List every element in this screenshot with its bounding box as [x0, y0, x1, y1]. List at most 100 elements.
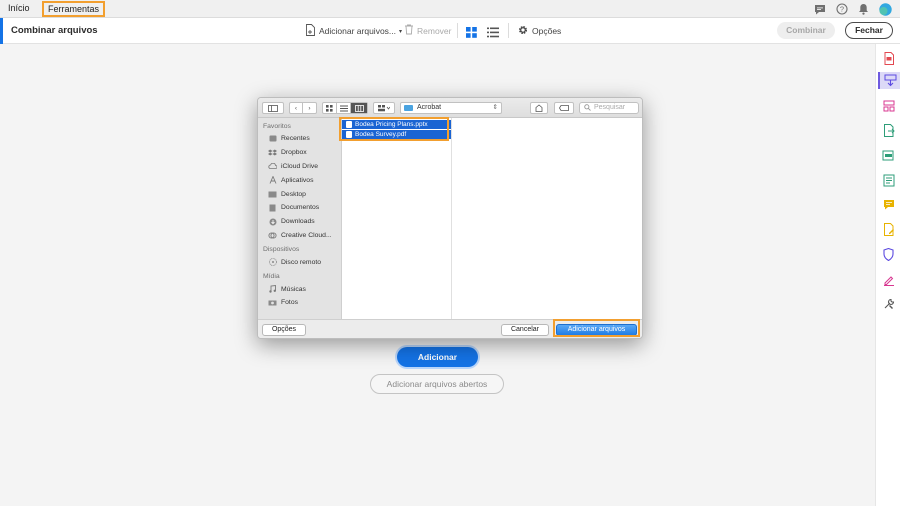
search-icon — [584, 104, 591, 115]
sidebar-item-disco-remoto[interactable]: Disco remoto — [258, 255, 341, 269]
avatar[interactable] — [879, 2, 892, 16]
selection-highlight — [339, 117, 449, 141]
menu-bar: Início Ferramentas ? — [0, 0, 900, 18]
top-icons: ? — [814, 2, 892, 16]
sidebar-item-fotos[interactable]: Fotos — [258, 296, 341, 310]
tab-inicio[interactable]: Início — [4, 1, 34, 17]
grid-view-icon[interactable] — [466, 25, 477, 43]
add-file-icon — [305, 24, 316, 38]
add-button[interactable]: Adicionar — [397, 347, 478, 367]
tool-accent-bar — [0, 18, 3, 44]
search-input[interactable]: Pesquisar — [579, 102, 639, 114]
sidebar-item-desktop[interactable]: Desktop — [258, 187, 341, 201]
cancel-button[interactable]: Cancelar — [501, 324, 549, 336]
trash-icon — [404, 24, 414, 37]
edit-pdf-icon[interactable] — [880, 147, 897, 164]
tool-header: Combinar arquivos Adicionar arquivos... … — [0, 18, 900, 44]
tags-button[interactable] — [554, 102, 574, 114]
sidebar-item-creative-cloud[interactable]: Creative Cloud... — [258, 229, 341, 243]
group-by-button[interactable] — [373, 102, 395, 114]
back-forward-buttons: ‹ › — [289, 102, 317, 114]
list-view-icon[interactable] — [487, 25, 499, 43]
scan-ocr-icon[interactable] — [880, 172, 897, 189]
preview-column — [452, 118, 642, 319]
share-button[interactable] — [530, 102, 548, 114]
forward-icon[interactable]: › — [303, 103, 316, 113]
remove-button[interactable]: Remover — [404, 24, 451, 37]
media-heading: Mídia — [263, 273, 280, 281]
file-picker-dialog: ‹ › Acrobat ⇕ Pesquisar Favoritos Recent… — [257, 97, 643, 339]
fill-sign-icon[interactable] — [880, 221, 897, 238]
sidebar-item-aplicativos[interactable]: Aplicativos — [258, 173, 341, 187]
sidebar-toggle-icon — [263, 103, 283, 113]
dialog-toolbar: ‹ › Acrobat ⇕ Pesquisar — [258, 98, 642, 118]
tab-ferramentas[interactable]: Ferramentas — [42, 1, 106, 17]
creative-cloud-icon — [268, 231, 277, 239]
location-label: Acrobat — [417, 104, 442, 111]
comment-icon[interactable] — [880, 196, 897, 213]
combine-files-icon[interactable] — [878, 72, 900, 89]
sidebar-item-label: Dropbox — [281, 149, 307, 157]
organize-pages-icon[interactable] — [880, 97, 897, 114]
dialog-sidebar: Favoritos Recentes Dropbox iCloud Drive … — [258, 118, 342, 319]
divider — [508, 23, 509, 38]
applications-icon — [268, 176, 277, 184]
close-button[interactable]: Fechar — [845, 22, 893, 39]
sidebar-item-label: Recentes — [281, 135, 310, 143]
sidebar-item-recentes[interactable]: Recentes — [258, 132, 341, 146]
sidebar-item-icloud[interactable]: iCloud Drive — [258, 160, 341, 174]
sidebar-item-label: Downloads — [281, 218, 315, 226]
chat-icon[interactable] — [814, 4, 826, 15]
tag-icon — [555, 103, 573, 113]
chevron-updown-icon: ⇕ — [492, 104, 498, 111]
list-view-icon[interactable] — [337, 103, 351, 113]
favorites-heading: Favoritos — [263, 123, 291, 130]
cloud-icon — [268, 162, 277, 170]
desktop-icon — [268, 190, 277, 198]
clock-icon — [268, 135, 277, 143]
add-files-button[interactable]: Adicionar arquivos... ▾ — [305, 24, 402, 38]
add-files-label: Adicionar arquivos... — [319, 26, 397, 36]
bell-icon[interactable] — [858, 3, 869, 15]
chevron-down-icon: ▾ — [399, 28, 403, 35]
sidebar-item-label: Creative Cloud... — [281, 231, 332, 239]
remove-label: Remover — [417, 25, 452, 36]
sign-icon[interactable] — [880, 271, 897, 288]
folder-icon — [404, 105, 413, 111]
page-title: Combinar arquivos — [11, 25, 98, 36]
location-select[interactable]: Acrobat ⇕ — [400, 102, 502, 114]
sidebar-item-label: Aplicativos — [281, 176, 314, 184]
back-icon[interactable]: ‹ — [290, 103, 303, 113]
tools-rail — [875, 44, 900, 506]
search-placeholder: Pesquisar — [594, 104, 626, 111]
icon-view-icon[interactable] — [323, 103, 337, 113]
sidebar-item-label: Desktop — [281, 190, 306, 198]
protect-icon[interactable] — [880, 246, 897, 263]
sidebar-toggle[interactable] — [262, 102, 284, 114]
view-mode-buttons — [322, 102, 368, 114]
sidebar-item-musicas[interactable]: Músicas — [258, 282, 341, 296]
gear-icon — [517, 24, 529, 38]
group-by-icon — [374, 103, 394, 113]
devices-heading: Dispositivos — [263, 246, 300, 254]
file-column: Bodea Pricing Plans.pptx Bodea Survey.pd… — [342, 118, 452, 319]
divider — [457, 23, 458, 38]
sidebar-item-documentos[interactable]: Documentos — [258, 201, 341, 215]
sidebar-item-downloads[interactable]: Downloads — [258, 215, 341, 229]
button-highlight — [553, 319, 640, 337]
dialog-options-button[interactable]: Opções — [262, 324, 306, 336]
share-icon — [531, 103, 547, 113]
create-pdf-icon[interactable] — [880, 50, 897, 67]
sidebar-item-label: Fotos — [281, 299, 298, 307]
help-icon[interactable]: ? — [836, 3, 848, 15]
sidebar-item-label: Disco remoto — [281, 258, 322, 266]
more-tools-icon[interactable] — [880, 295, 897, 312]
sidebar-item-label: Documentos — [281, 204, 320, 212]
sidebar-item-dropbox[interactable]: Dropbox — [258, 146, 341, 160]
export-pdf-icon[interactable] — [880, 122, 897, 139]
column-view-icon[interactable] — [351, 103, 367, 113]
combine-button[interactable]: Combinar — [777, 22, 835, 39]
dropbox-icon — [268, 149, 277, 157]
options-button[interactable]: Opções — [517, 24, 561, 38]
add-open-files-button[interactable]: Adicionar arquivos abertos — [370, 374, 504, 394]
